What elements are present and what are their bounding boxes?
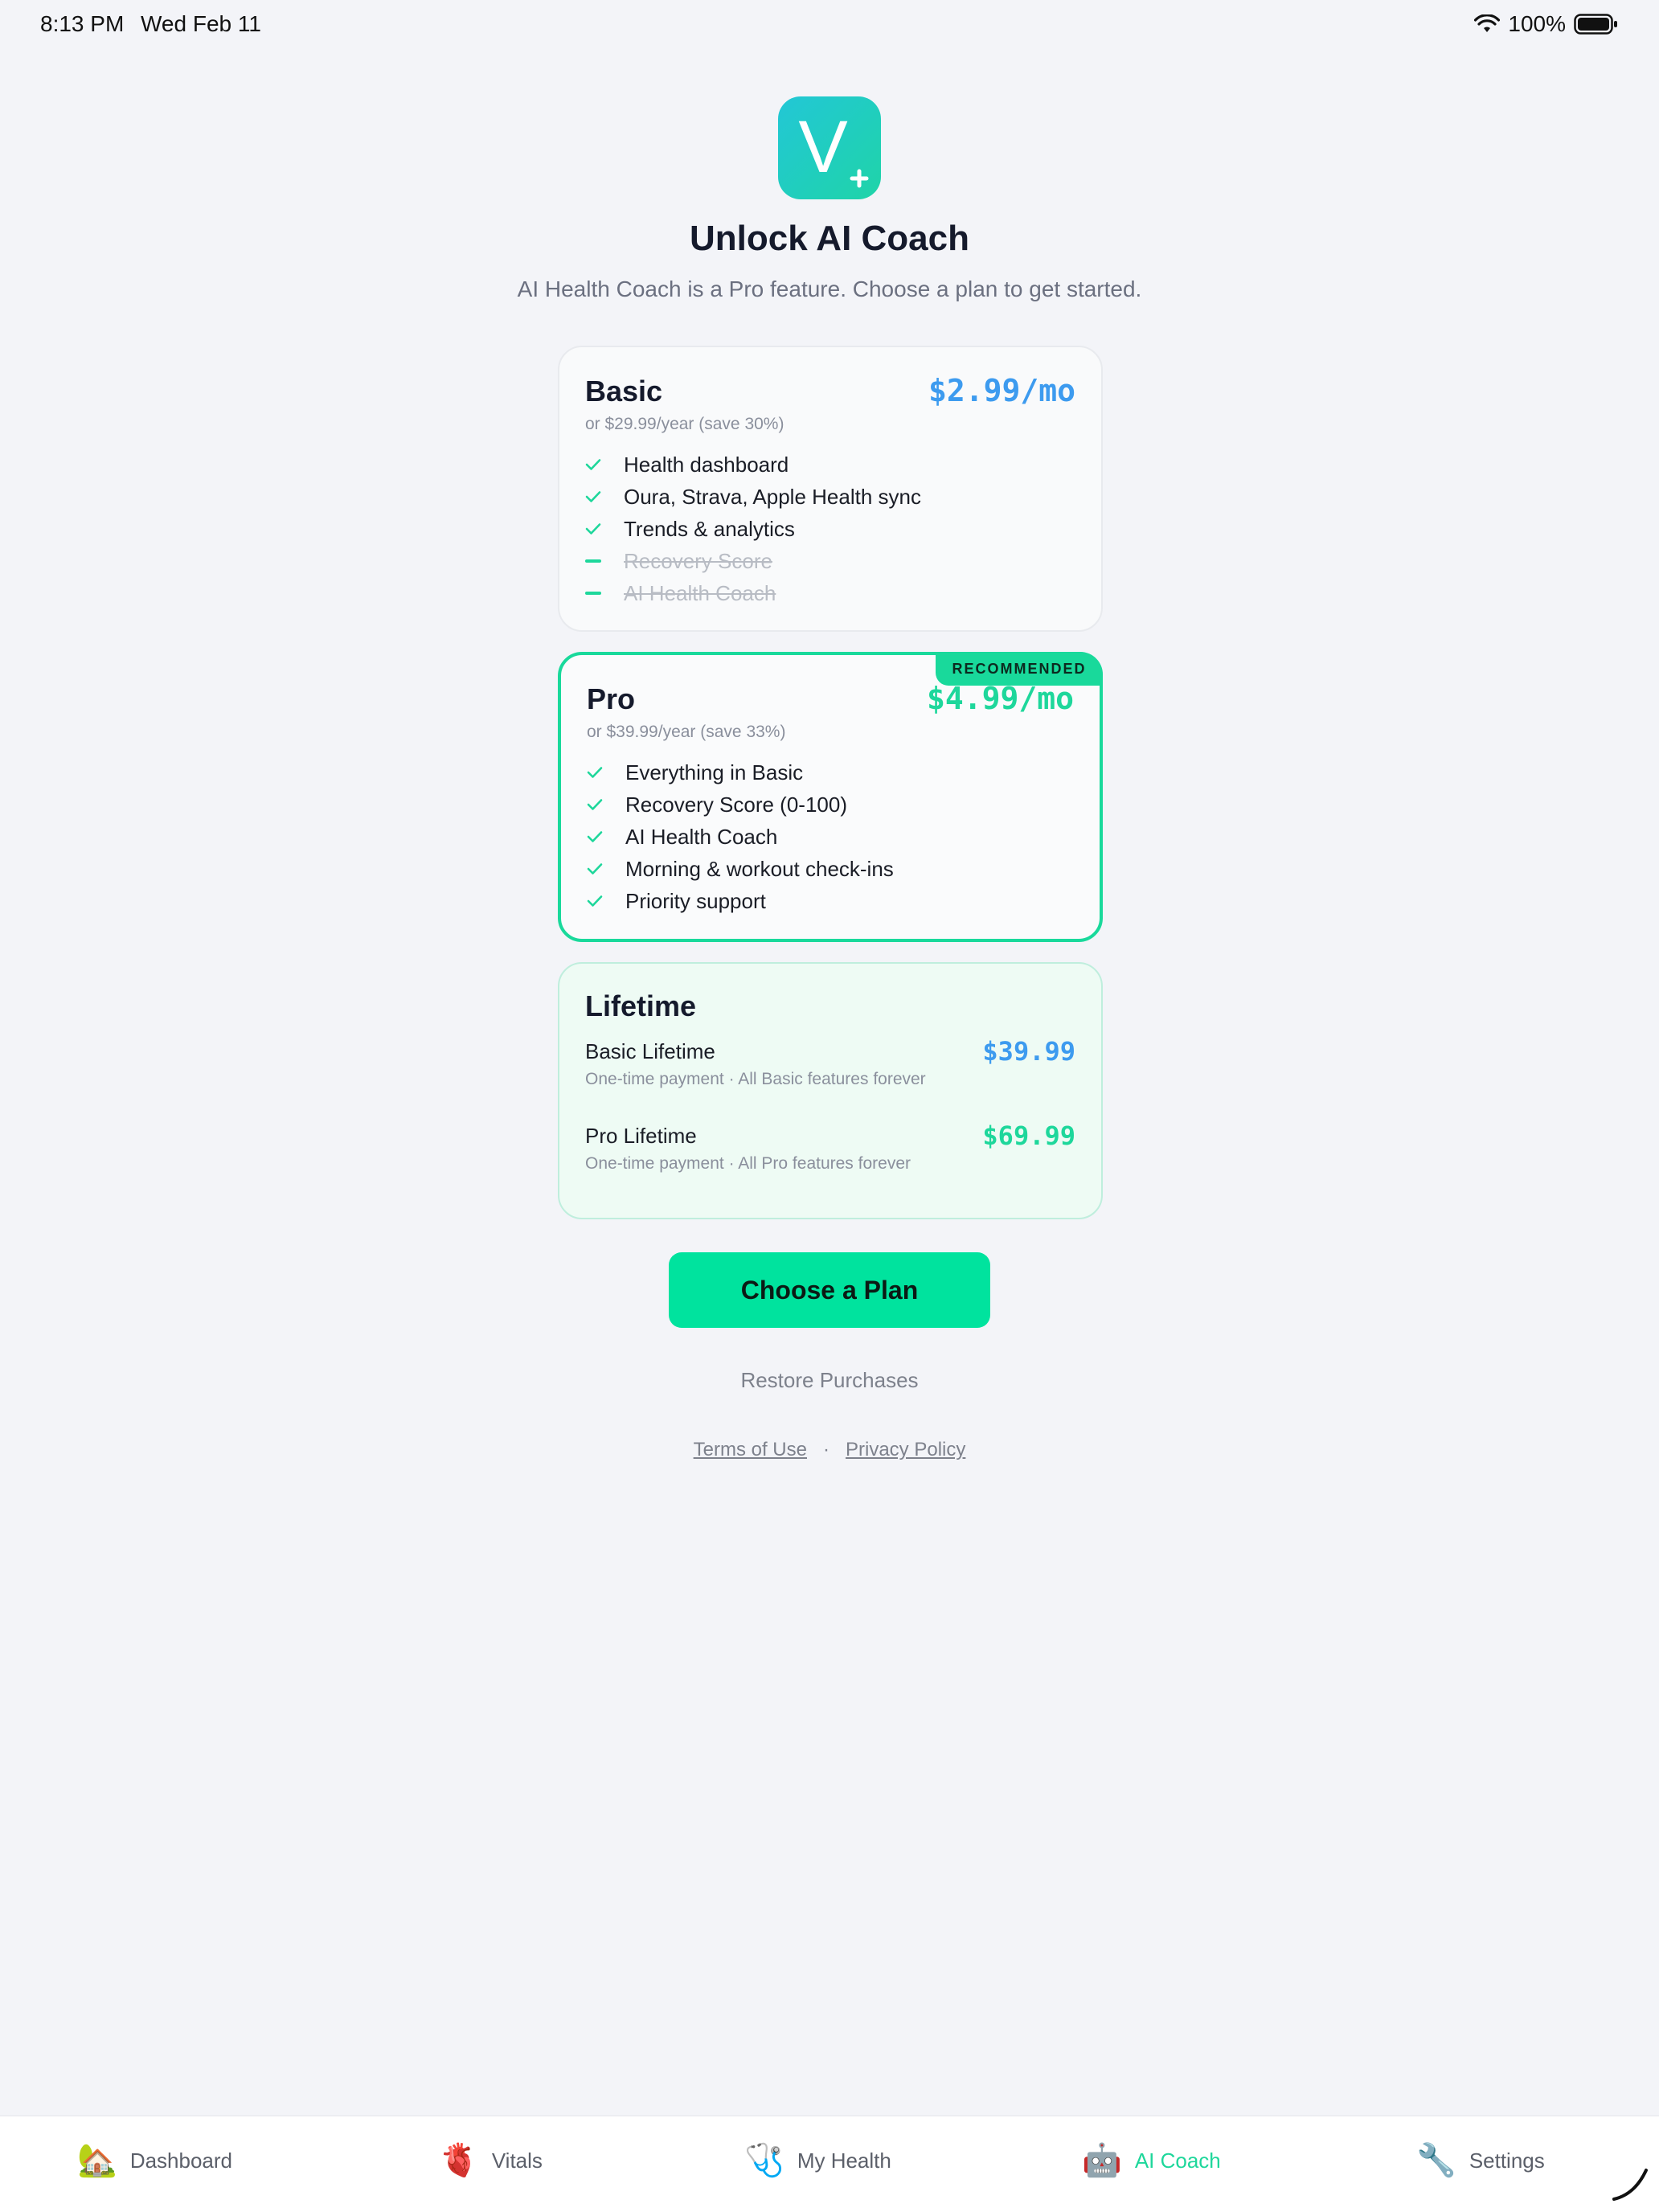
tab-dashboard[interactable]: 🏡 Dashboard [77, 2116, 232, 2205]
tab-settings[interactable]: 🔧 Settings [1416, 2116, 1545, 2205]
lifetime-title: Lifetime [585, 989, 697, 1022]
feature-text: Trends & analytics [624, 516, 795, 541]
check-icon [587, 798, 625, 811]
battery-icon [1574, 14, 1617, 35]
tab-label: Vitals [491, 2148, 543, 2173]
page-title: Unlock AI Coach [690, 219, 969, 258]
corner-gesture-icon [1612, 2169, 1648, 2201]
tab-vitals[interactable]: 🫀 Vitals [439, 2116, 543, 2205]
feature-item: Health dashboard [585, 449, 921, 481]
plan-card-pro[interactable]: RECOMMENDED Pro $4.99/mo or $39.99/year … [558, 652, 1103, 942]
lifetime-option-pro[interactable]: Pro Lifetime One-time payment · All Pro … [585, 1120, 1075, 1188]
feature-text: AI Health Coach [625, 824, 778, 849]
feature-item: Oura, Strava, Apple Health sync [585, 481, 921, 513]
lifetime-option-name: Pro Lifetime [585, 1124, 697, 1148]
feature-item-excluded: Recovery Score [585, 545, 921, 577]
lifetime-option-price: $39.99 [982, 1036, 1075, 1067]
choose-plan-button[interactable]: Choose a Plan [669, 1252, 990, 1328]
tab-my-health[interactable]: 🩺 My Health [744, 2116, 891, 2205]
plan-yearly-price: or $29.99/year (save 30%) [585, 415, 784, 433]
feature-list: Health dashboard Oura, Strava, Apple Hea… [585, 449, 921, 609]
dash-icon [585, 592, 624, 595]
status-indicators: 100% [1474, 11, 1619, 37]
tab-label: AI Coach [1134, 2148, 1221, 2173]
tab-label: Dashboard [129, 2148, 233, 2173]
status-date: Wed Feb 11 [141, 11, 261, 36]
feature-text: Morning & workout check-ins [625, 856, 894, 881]
feature-item-excluded: AI Health Coach [585, 577, 921, 609]
check-icon [587, 895, 625, 907]
status-time: 8:13 PM [40, 11, 125, 36]
anatomical-heart-icon: 🫀 [439, 2143, 479, 2178]
house-with-garden-icon: 🏡 [77, 2143, 117, 2178]
lifetime-option-basic[interactable]: Basic Lifetime One-time payment · All Ba… [585, 1036, 1075, 1104]
wrench-icon: 🔧 [1416, 2143, 1456, 2178]
terms-of-use-link[interactable]: Terms of Use [694, 1439, 807, 1461]
check-icon [587, 766, 625, 779]
check-icon [585, 522, 624, 535]
feature-text: Priority support [625, 888, 766, 913]
restore-purchases-link[interactable]: Restore Purchases [0, 1368, 1659, 1393]
dash-icon [585, 559, 624, 563]
feature-text: Oura, Strava, Apple Health sync [624, 484, 921, 509]
legal-links: Terms of Use · Privacy Policy [0, 1439, 1659, 1461]
tab-label: Settings [1469, 2148, 1545, 2173]
feature-item: Priority support [587, 885, 894, 917]
plan-card-basic[interactable]: Basic $2.99/mo or $29.99/year (save 30%)… [558, 346, 1103, 632]
plan-yearly-price: or $39.99/year (save 33%) [587, 723, 786, 741]
feature-text: AI Health Coach [624, 580, 776, 605]
feature-list: Everything in Basic Recovery Score (0-10… [587, 756, 894, 917]
lifetime-option-desc: One-time payment · All Pro features fore… [585, 1154, 911, 1173]
lifetime-card: Lifetime Basic Lifetime One-time payment… [558, 962, 1103, 1219]
page-subtitle: AI Health Coach is a Pro feature. Choose… [517, 276, 1142, 301]
stethoscope-icon: 🩺 [744, 2143, 784, 2178]
logo-mark-icon: V [798, 106, 869, 188]
app-logo: V [778, 96, 881, 199]
plan-price: $2.99/mo [928, 373, 1075, 408]
check-icon [587, 830, 625, 843]
logo-letter: V [798, 106, 847, 188]
tab-bar: 🏡 Dashboard 🫀 Vitals 🩺 My Health 🤖 AI Co… [0, 2116, 1659, 2212]
lifetime-option-desc: One-time payment · All Basic features fo… [585, 1070, 926, 1088]
tab-label: My Health [797, 2148, 891, 2173]
plan-price: $4.99/mo [926, 681, 1074, 716]
tab-ai-coach[interactable]: 🤖 AI Coach [1082, 2116, 1221, 2205]
paywall-screen: 8:13 PM Wed Feb 11 100% V Unlock AI Coac… [0, 0, 1659, 2212]
check-icon [585, 458, 624, 471]
feature-text: Recovery Score [624, 548, 772, 573]
feature-item: Everything in Basic [587, 756, 894, 789]
wifi-icon [1474, 14, 1501, 32]
feature-item: Recovery Score (0-100) [587, 789, 894, 821]
status-bar: 8:13 PM Wed Feb 11 100% [0, 0, 1659, 51]
check-icon [587, 862, 625, 875]
plan-name: Basic [585, 375, 663, 408]
battery-percent: 100% [1508, 11, 1566, 36]
feature-text: Health dashboard [624, 452, 789, 477]
lifetime-option-name: Basic Lifetime [585, 1039, 715, 1063]
check-icon [585, 490, 624, 503]
feature-item: Trends & analytics [585, 513, 921, 545]
plan-name: Pro [587, 682, 636, 715]
feature-text: Recovery Score (0-100) [625, 792, 847, 817]
lifetime-option-price: $69.99 [982, 1120, 1075, 1151]
feature-item: Morning & workout check-ins [587, 853, 894, 885]
legal-separator: · [823, 1439, 830, 1460]
robot-icon: 🤖 [1082, 2143, 1122, 2178]
privacy-policy-link[interactable]: Privacy Policy [846, 1439, 965, 1461]
feature-item: AI Health Coach [587, 821, 894, 853]
feature-text: Everything in Basic [625, 760, 804, 784]
